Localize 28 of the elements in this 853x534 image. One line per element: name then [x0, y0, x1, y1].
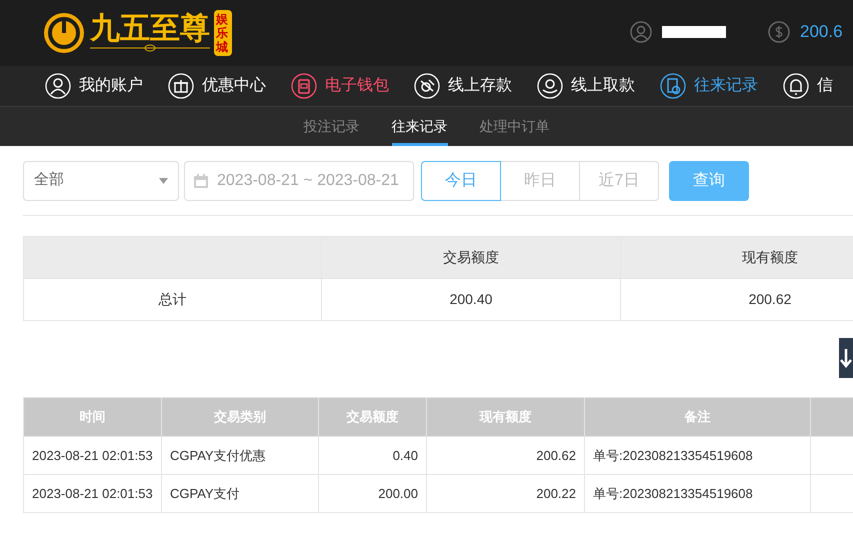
table-cell: CGPAY支付	[162, 474, 318, 512]
table-cell: CGPAY支付优惠	[162, 436, 318, 474]
logo-badge: 娱乐城	[214, 10, 232, 56]
nav-item[interactable]: 往来记录	[660, 73, 758, 99]
nav-item[interactable]: 线上存款	[414, 73, 512, 99]
nav-item[interactable]: 优惠中心	[168, 73, 266, 99]
nav-item[interactable]: 我的账户	[45, 73, 143, 99]
table-cell: 总计	[24, 278, 322, 320]
table-cell: 200.00	[318, 474, 426, 512]
table-cell: 单号:202308213354519608	[584, 436, 810, 474]
table-cell: 200.22	[426, 474, 584, 512]
table-cell: 0.40	[318, 436, 426, 474]
table-cell: 2023-08-21 02:01:53	[24, 436, 162, 474]
nav-item[interactable]: 信	[783, 73, 833, 99]
type-select[interactable]: 全部	[23, 160, 179, 200]
table-cell: 200.40	[322, 278, 620, 320]
balance-amount: 200.6	[800, 21, 843, 43]
sub-tab[interactable]: 投注记录	[304, 107, 360, 146]
column-header: 交易额度	[322, 236, 620, 278]
nav-item[interactable]: 电子钱包	[291, 73, 389, 99]
table-cell: 2023-08-21 02:01:53	[24, 474, 162, 512]
sub-tab[interactable]: 处理中订单	[480, 107, 550, 146]
nav-item[interactable]: 线上取款	[537, 73, 635, 99]
logo-text: 九五至尊	[90, 14, 210, 44]
table-cell: 200.62	[426, 436, 584, 474]
sub-tab[interactable]: 往来记录	[392, 107, 448, 146]
column-header: 现有额度	[620, 236, 853, 278]
table-cell: 单号:202308213354519608	[584, 474, 810, 512]
